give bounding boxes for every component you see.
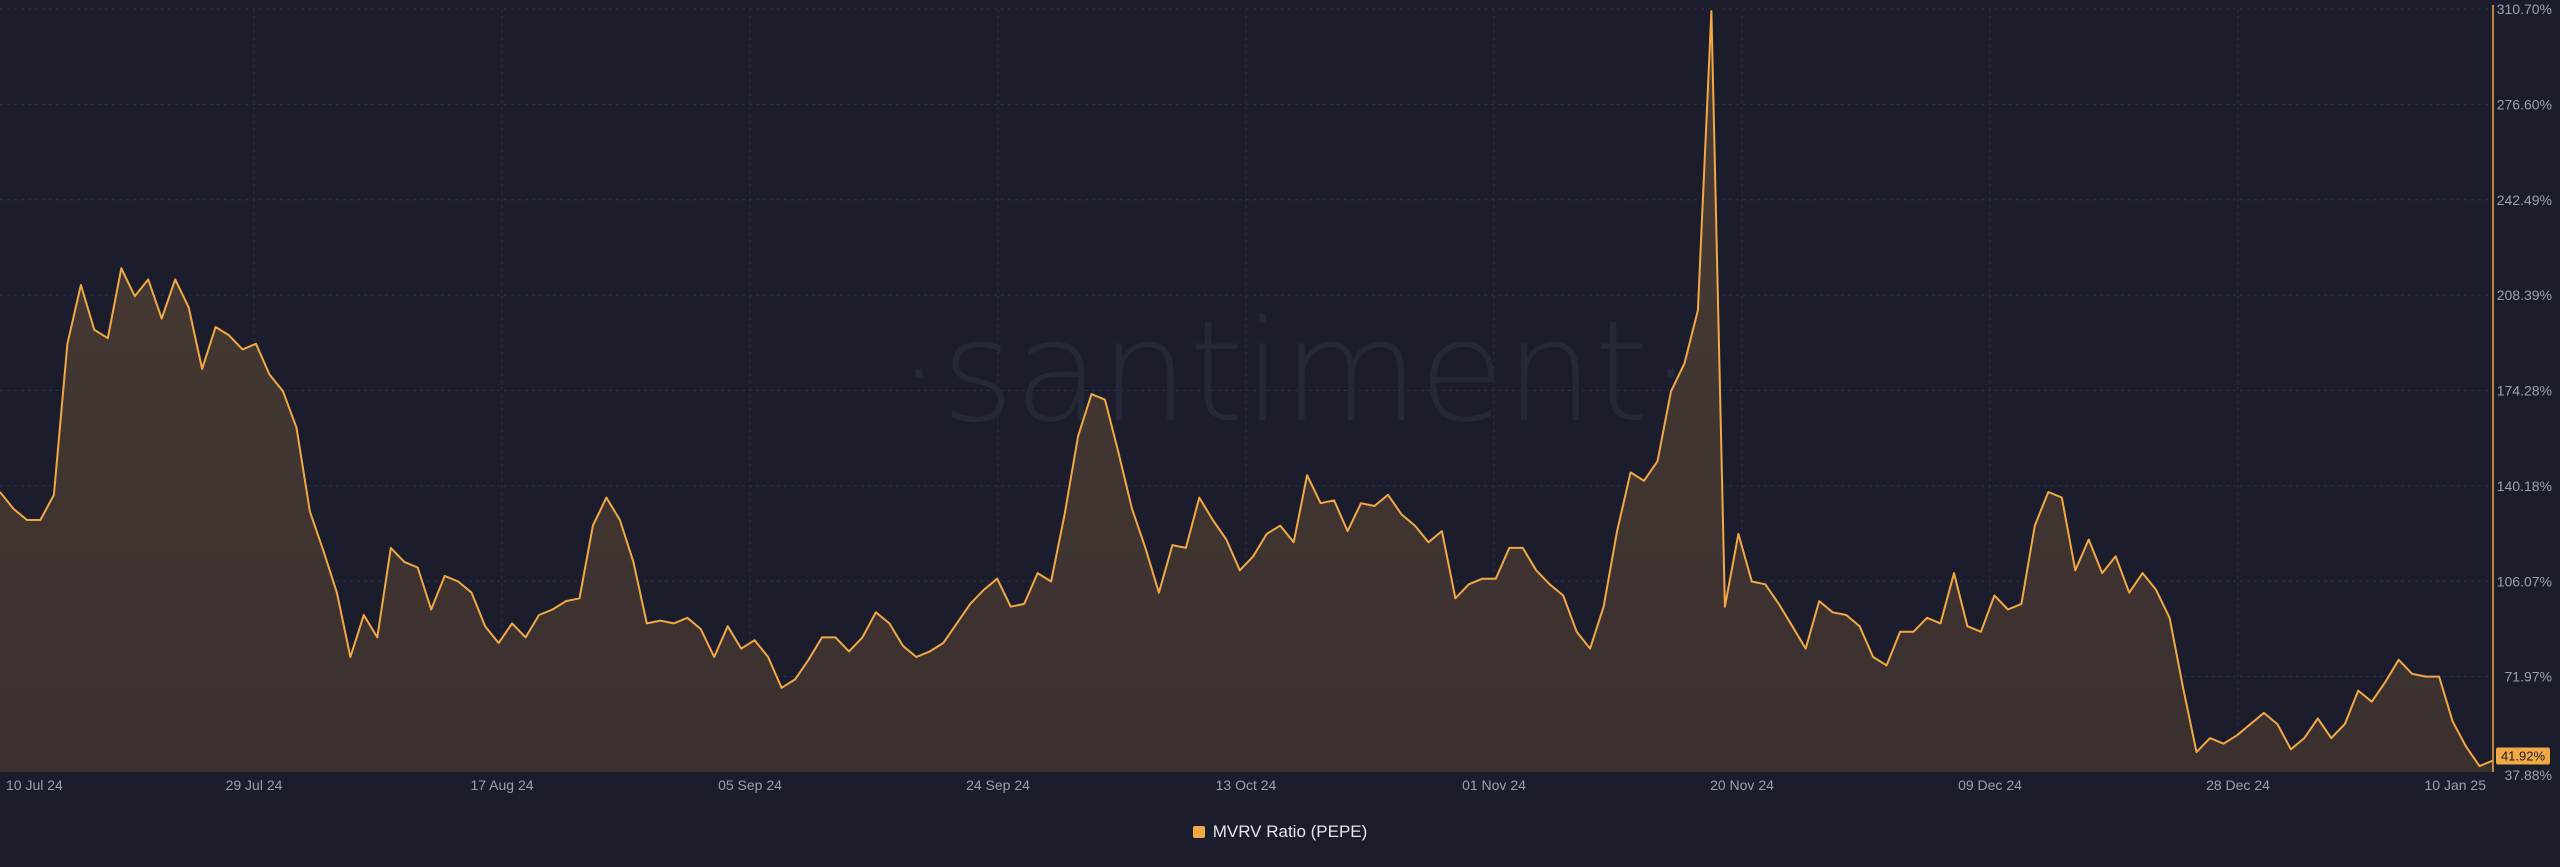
x-tick-label: 10 Jul 24 (6, 777, 63, 793)
x-axis-ticks: 10 Jul 24 29 Jul 24 17 Aug 24 05 Sep 24 24 S… (6, 777, 2486, 793)
x-tick-label: 10 Jan 25 (2425, 777, 2487, 793)
y-tick-label: 37.88% (2505, 767, 2552, 783)
x-tick-label: 09 Dec 24 (1958, 777, 2022, 793)
mvrv-chart: ·santiment· 37.88% 71.97% 106.07% 140.18% 17… (0, 1, 2552, 793)
y-tick-label: 208.39% (2497, 287, 2552, 303)
y-axis-ticks: 37.88% 71.97% 106.07% 140.18% 174.28% 208.39%… (2497, 1, 2552, 783)
x-tick-label: 05 Sep 24 (718, 777, 782, 793)
y-tick-label: 174.28% (2497, 383, 2552, 399)
santiment-watermark: ·santiment· (897, 291, 1693, 454)
y-tick-label: 106.07% (2497, 573, 2552, 589)
y-tick-label: 71.97% (2505, 669, 2552, 685)
current-value-label: 41.92% (2501, 748, 2546, 763)
x-tick-label: 28 Dec 24 (2206, 777, 2270, 793)
y-tick-label: 140.18% (2497, 478, 2552, 494)
legend-swatch (1192, 826, 1205, 838)
chart-legend[interactable]: MVRV Ratio (PEPE) (0, 822, 2560, 842)
x-tick-label: 17 Aug 24 (470, 777, 533, 793)
current-value-badge: 41.92% (2496, 747, 2550, 765)
x-tick-label: 20 Nov 24 (1710, 777, 1774, 793)
legend-label: MVRV Ratio (PEPE) (1212, 822, 1368, 841)
x-tick-label: 13 Oct 24 (1216, 777, 1277, 793)
y-tick-label: 242.49% (2497, 192, 2552, 208)
x-tick-label: 29 Jul 24 (226, 777, 283, 793)
y-tick-label: 276.60% (2497, 96, 2552, 112)
y-tick-label: 310.70% (2497, 1, 2552, 17)
x-tick-label: 24 Sep 24 (966, 777, 1030, 793)
chart-container: ·santiment· 37.88% 71.97% 106.07% 140.18% 17… (0, 0, 2560, 867)
x-tick-label: 01 Nov 24 (1462, 777, 1526, 793)
